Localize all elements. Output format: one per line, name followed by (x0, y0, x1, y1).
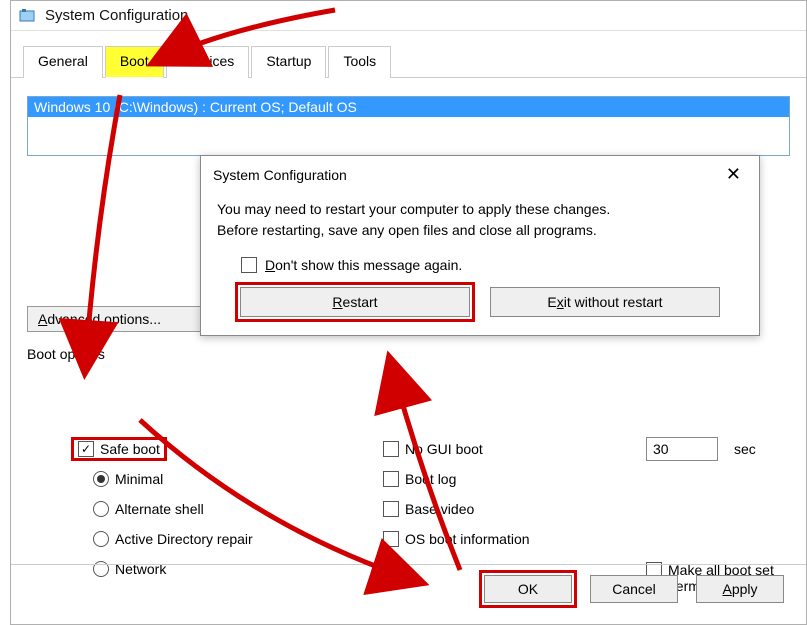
exit-without-restart-button[interactable]: Exit without restart (490, 287, 720, 317)
ad-repair-label: Active Directory repair (115, 531, 253, 547)
boot-options-left: Safe boot Minimal Alternate shell Active… (71, 434, 351, 584)
safe-boot-label: Safe boot (100, 441, 160, 457)
restart-button[interactable]: Restart (240, 287, 470, 317)
os-list-selected[interactable]: Windows 10 (C:\Windows) : Current OS; De… (28, 97, 789, 117)
close-icon[interactable]: ✕ (720, 164, 747, 185)
restart-dialog-body: You may need to restart your computer to… (201, 193, 759, 335)
alt-shell-radio[interactable] (93, 501, 109, 517)
msconfig-icon (19, 8, 37, 24)
advanced-options-button[interactable]: Advanced options... (27, 306, 212, 332)
tab-general[interactable]: General (23, 46, 103, 78)
tab-boot[interactable]: Boot (105, 46, 164, 78)
minimal-radio[interactable] (93, 471, 109, 487)
tab-tools[interactable]: Tools (328, 46, 391, 78)
no-gui-checkbox[interactable] (383, 441, 399, 457)
boot-log-label: Boot log (405, 471, 456, 487)
boot-log-checkbox[interactable] (383, 471, 399, 487)
tab-services[interactable]: Services (166, 46, 250, 78)
ok-button[interactable]: OK (484, 575, 572, 603)
os-info-checkbox[interactable] (383, 531, 399, 547)
ad-repair-radio[interactable] (93, 531, 109, 547)
restart-dialog-title: System Configuration (213, 167, 347, 183)
dont-show-checkbox[interactable] (241, 257, 257, 273)
timeout-seconds-label: sec (734, 441, 756, 457)
title-bar: System Configuration (11, 1, 806, 31)
dont-show-label: Don't show this message again. (265, 257, 462, 273)
restart-dialog: System Configuration ✕ You may need to r… (200, 155, 760, 336)
no-gui-label: No GUI boot (405, 441, 483, 457)
base-video-label: Base video (405, 501, 474, 517)
dialog-buttons: OK Cancel Apply (11, 564, 806, 612)
window-title: System Configuration (45, 7, 188, 24)
boot-options-group-label: Boot options (27, 346, 790, 362)
tab-startup[interactable]: Startup (251, 46, 326, 78)
restart-dialog-message: You may need to restart your computer to… (217, 199, 743, 241)
restart-dialog-titlebar: System Configuration ✕ (201, 156, 759, 193)
apply-button[interactable]: Apply (696, 575, 784, 603)
boot-options-mid: No GUI boot Boot log Base video OS boot … (383, 434, 623, 554)
timeout-input[interactable]: 30 (646, 437, 718, 461)
os-info-label: OS boot information (405, 531, 530, 547)
advanced-options-label: A (38, 311, 47, 327)
minimal-label: Minimal (115, 471, 163, 487)
alt-shell-label: Alternate shell (115, 501, 204, 517)
base-video-checkbox[interactable] (383, 501, 399, 517)
tab-strip: General Boot Services Startup Tools (11, 31, 806, 78)
safe-boot-checkbox[interactable] (78, 441, 94, 457)
cancel-button[interactable]: Cancel (590, 575, 678, 603)
os-list[interactable]: Windows 10 (C:\Windows) : Current OS; De… (27, 96, 790, 156)
